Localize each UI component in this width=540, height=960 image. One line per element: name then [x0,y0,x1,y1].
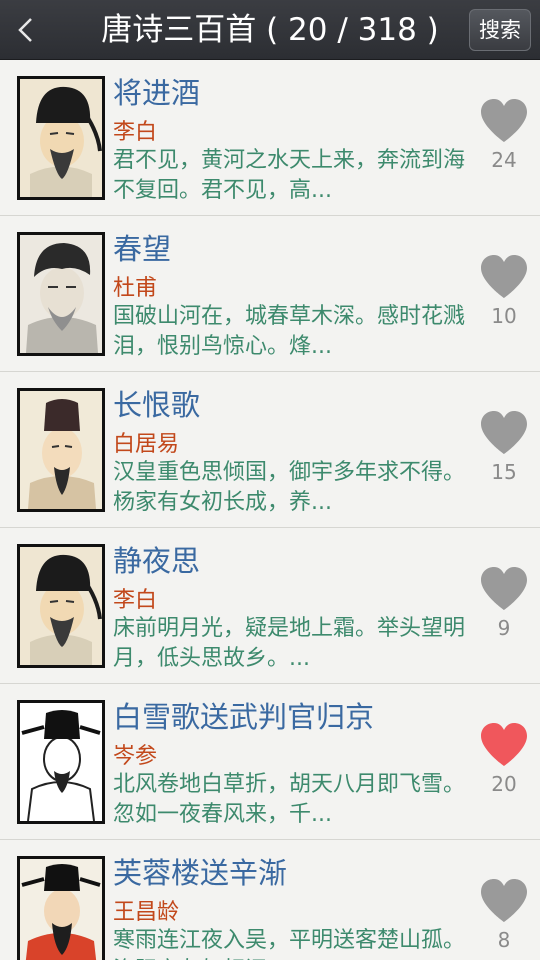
poem-excerpt: 国破山河在，城春草木深。感时花溅泪，恨别鸟惊心。烽... [113,304,465,359]
poet-name: 王昌龄 [113,900,180,925]
poet-name: 李白 [113,120,158,145]
poet-name: 白居易 [113,432,180,457]
poem-title: 静夜思 [113,544,201,578]
back-button[interactable] [0,0,52,60]
like-count: 20 [491,772,517,796]
poem-row[interactable]: 静夜思 李白 床前明月光，疑是地上霜。举头望明月，低头思故乡。... 9 [0,528,540,684]
like-button[interactable]: 20 [475,722,533,822]
heart-icon [481,99,527,142]
like-button[interactable]: 10 [475,254,533,354]
poem-list: 将进酒 李白 君不见，黄河之水天上来，奔流到海不复回。君不见，高... 24 春… [0,60,540,960]
page-title: 唐诗三百首 ( 20 / 318 ) [101,12,439,48]
like-count: 24 [491,148,517,172]
like-count: 9 [497,616,511,640]
cen-shen-portrait [17,700,105,824]
poem-row[interactable]: 春望 杜甫 国破山河在，城春草木深。感时花溅泪，恨别鸟惊心。烽... 10 [0,216,540,372]
like-button[interactable]: 9 [475,566,533,666]
like-count: 15 [491,460,517,484]
like-count: 10 [491,304,517,328]
heart-icon [481,567,527,610]
chevron-left-icon [18,18,32,42]
poem-excerpt: 床前明月光，疑是地上霜。举头望明月，低头思故乡。... [113,616,465,671]
heart-filled-icon [481,723,527,766]
heart-icon [481,879,527,922]
poem-row[interactable]: 芙蓉楼送辛渐 王昌龄 寒雨连江夜入吴，平明送客楚山孤。洛阳亲友如相问，一... … [0,840,540,960]
like-button[interactable]: 24 [475,98,533,198]
poem-title: 白雪歌送武判官归京 [113,700,375,734]
wang-changling-portrait [17,856,105,960]
like-button[interactable]: 15 [475,410,533,510]
poet-name: 杜甫 [113,276,158,301]
poem-excerpt: 北风卷地白草折，胡天八月即飞雪。忽如一夜春风来，千... [113,772,465,827]
poem-row[interactable]: 将进酒 李白 君不见，黄河之水天上来，奔流到海不复回。君不见，高... 24 [0,60,540,216]
poet-name: 李白 [113,588,158,613]
poem-row[interactable]: 长恨歌 白居易 汉皇重色思倾国，御宇多年求不得。杨家有女初长成，养... 15 [0,372,540,528]
poem-title: 将进酒 [113,76,201,110]
du-fu-portrait [17,232,105,356]
li-bai-portrait [17,544,105,668]
poet-name: 岑参 [113,744,158,769]
poem-excerpt: 汉皇重色思倾国，御宇多年求不得。杨家有女初长成，养... [113,460,465,515]
heart-icon [481,411,527,454]
bai-juyi-portrait [17,388,105,512]
like-count: 8 [497,928,511,952]
poem-title: 春望 [113,232,172,266]
like-button[interactable]: 8 [475,878,533,960]
poem-excerpt: 君不见，黄河之水天上来，奔流到海不复回。君不见，高... [113,148,465,203]
poem-title: 芙蓉楼送辛渐 [113,856,288,890]
heart-icon [481,255,527,298]
li-bai-portrait [17,76,105,200]
poem-title: 长恨歌 [113,388,201,422]
poem-excerpt: 寒雨连江夜入吴，平明送客楚山孤。洛阳亲友如相问，一... [113,928,465,960]
title-bar: 唐诗三百首 ( 20 / 318 ) 搜索 [0,0,540,60]
poem-row[interactable]: 白雪歌送武判官归京 岑参 北风卷地白草折，胡天八月即飞雪。忽如一夜春风来，千..… [0,684,540,840]
search-button[interactable]: 搜索 [469,9,531,51]
